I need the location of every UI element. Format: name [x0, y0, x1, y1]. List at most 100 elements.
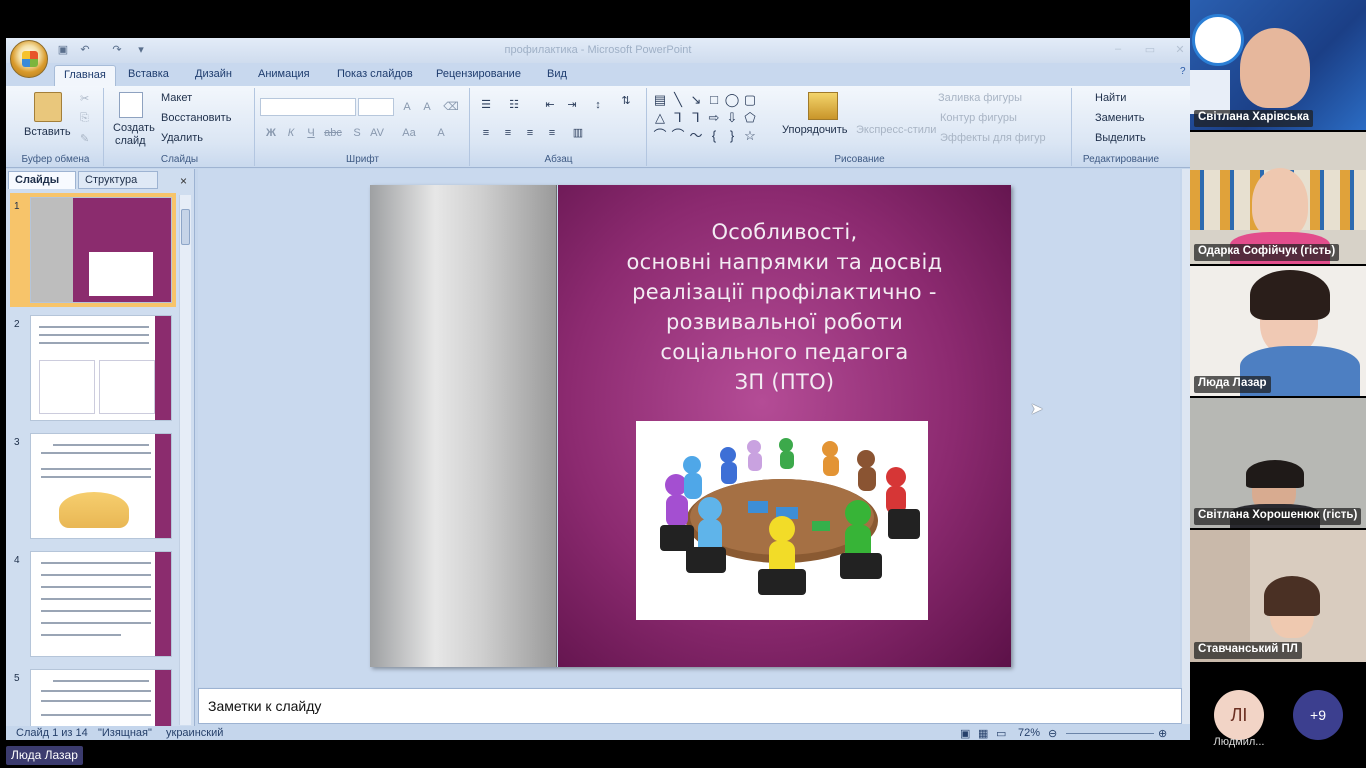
clear-format-icon[interactable]: ⌫ — [442, 98, 460, 116]
video-tile-1[interactable]: Світлана Харівська — [1190, 0, 1366, 130]
shape-wave-icon[interactable]: 〜 — [688, 128, 704, 144]
zoom-out-icon[interactable]: ⊖ — [1048, 727, 1057, 740]
decrease-indent-icon[interactable]: ⇤ — [541, 96, 559, 114]
slide-thumbnail-3[interactable] — [30, 433, 172, 539]
slideshow-view-icon[interactable]: ▭ — [996, 727, 1006, 740]
video-tile-2[interactable]: Одарка Софійчук (гість) — [1190, 132, 1366, 264]
delete-slide-button[interactable]: Удалить — [161, 132, 203, 144]
bold-icon[interactable]: Ж — [262, 124, 280, 142]
zoom-in-icon[interactable]: ⊕ — [1158, 727, 1167, 740]
panel-close-icon[interactable]: × — [180, 174, 187, 188]
replace-button[interactable]: Заменить — [1095, 112, 1144, 124]
qat-dropdown-icon[interactable]: ▾ — [134, 43, 148, 57]
arrange-button[interactable]: Упорядочить — [782, 124, 847, 136]
shape-pentagon-icon[interactable]: ⬠ — [742, 110, 758, 126]
office-button[interactable] — [10, 40, 48, 78]
new-slide-icon[interactable] — [119, 92, 143, 118]
zoom-level[interactable]: 72% — [1018, 727, 1040, 739]
shape-outline-button[interactable]: Контур фигуры — [940, 112, 1017, 124]
video-tile-5[interactable]: Ставчанський ПЛ — [1190, 530, 1366, 662]
round-table-image[interactable] — [636, 421, 928, 620]
shape-brace-right-icon[interactable]: } — [724, 128, 740, 144]
normal-view-icon[interactable]: ▣ — [960, 727, 970, 740]
tab-review[interactable]: Рецензирование — [436, 68, 521, 80]
arrange-icon[interactable] — [808, 92, 838, 120]
paste-icon[interactable] — [34, 92, 62, 122]
current-slide[interactable]: Особливості, основні напрямки та досвід … — [370, 185, 1011, 667]
notes-pane[interactable]: Заметки к слайду — [198, 688, 1182, 724]
shape-rounded-icon[interactable]: ▢ — [742, 92, 758, 108]
avatar[interactable]: ЛІ — [1214, 690, 1264, 740]
shape-effects-button[interactable]: Эффекты для фигур — [940, 132, 1046, 144]
shape-elbow2-icon[interactable]: ⅂ — [688, 110, 704, 126]
slide-thumbnail-1[interactable] — [30, 197, 172, 303]
format-painter-icon[interactable]: ✎ — [80, 132, 89, 145]
new-slide-button-line1[interactable]: Создать — [113, 122, 155, 134]
copy-icon[interactable]: ⎘ — [80, 112, 89, 125]
editor-scrollbar[interactable] — [1182, 169, 1190, 724]
grow-font-icon[interactable]: A — [398, 98, 416, 116]
text-direction-icon[interactable]: ⇅ — [617, 92, 635, 110]
tab-slideshow[interactable]: Показ слайдов — [337, 68, 413, 80]
redo-icon[interactable]: ↷ — [110, 43, 124, 57]
tab-view[interactable]: Вид — [547, 68, 567, 80]
tab-animation[interactable]: Анимация — [258, 68, 310, 80]
close-icon[interactable]: ✕ — [1172, 43, 1188, 56]
slide-thumbnail-4[interactable] — [30, 551, 172, 657]
shape-curve-icon[interactable]: ⌒ — [652, 128, 668, 144]
new-slide-button-line2[interactable]: слайд — [115, 135, 146, 147]
font-color-icon[interactable]: A — [432, 124, 450, 142]
maximize-icon[interactable]: ▭ — [1142, 43, 1158, 56]
video-tile-3[interactable]: Люда Лазар — [1190, 266, 1366, 396]
justify-icon[interactable]: ≡ — [543, 124, 561, 142]
shape-elbow-icon[interactable]: ⅂ — [670, 110, 686, 126]
shape-star-icon[interactable]: ☆ — [742, 128, 758, 144]
save-icon[interactable]: ▣ — [56, 43, 70, 57]
shape-line-icon[interactable]: ╲ — [670, 92, 686, 108]
tab-outline[interactable]: Структура — [78, 171, 158, 189]
tab-slides[interactable]: Слайды — [8, 171, 76, 189]
increase-indent-icon[interactable]: ⇥ — [563, 96, 581, 114]
shape-rect-icon[interactable]: □ — [706, 92, 722, 108]
paste-button[interactable]: Вставить — [24, 126, 71, 138]
shadow-icon[interactable]: S — [348, 124, 366, 142]
shape-textbox-icon[interactable]: ▤ — [652, 92, 668, 108]
find-button[interactable]: Найти — [1095, 92, 1126, 104]
quick-styles-button[interactable]: Экспресс-стили — [856, 124, 936, 136]
align-right-icon[interactable]: ≡ — [521, 124, 539, 142]
layout-button[interactable]: Макет — [161, 92, 192, 104]
more-participants-button[interactable]: +9 — [1293, 690, 1343, 740]
undo-icon[interactable]: ↶ — [78, 43, 92, 57]
sorter-view-icon[interactable]: ▦ — [978, 727, 988, 740]
reset-button[interactable]: Восстановить — [161, 112, 231, 124]
scroll-thumb[interactable] — [181, 209, 190, 245]
tab-home[interactable]: Главная — [54, 65, 116, 87]
shape-arc-icon[interactable]: ⌒ — [670, 128, 686, 144]
line-spacing-icon[interactable]: ↕ — [589, 96, 607, 114]
slide-thumbnail-5[interactable] — [30, 669, 172, 731]
shape-brace-left-icon[interactable]: { — [706, 128, 722, 144]
align-center-icon[interactable]: ≡ — [499, 124, 517, 142]
bullets-icon[interactable]: ☰ — [477, 96, 495, 114]
tab-insert[interactable]: Вставка — [128, 68, 169, 80]
shape-down-arrow-icon[interactable]: ⇩ — [724, 110, 740, 126]
shape-arrow-icon[interactable]: ↘ — [688, 92, 704, 108]
font-family-combo[interactable] — [260, 98, 356, 116]
shape-right-arrow-icon[interactable]: ⇨ — [706, 110, 722, 126]
tab-design[interactable]: Дизайн — [195, 68, 232, 80]
video-tile-4[interactable]: Світлана Хорошенюк (гість) — [1190, 398, 1366, 528]
select-button[interactable]: Выделить — [1095, 132, 1146, 144]
numbering-icon[interactable]: ☷ — [505, 96, 523, 114]
spacing-icon[interactable]: AV — [368, 124, 386, 142]
italic-icon[interactable]: К — [282, 124, 300, 142]
shape-triangle-icon[interactable]: △ — [652, 110, 668, 126]
underline-icon[interactable]: Ч — [302, 124, 320, 142]
columns-icon[interactable]: ▥ — [569, 124, 587, 142]
shape-oval-icon[interactable]: ◯ — [724, 92, 740, 108]
strikethrough-icon[interactable]: abc — [324, 124, 342, 142]
slide-thumbnail-2[interactable] — [30, 315, 172, 421]
case-icon[interactable]: Aa — [400, 124, 418, 142]
cut-icon[interactable]: ✂ — [80, 92, 89, 105]
zoom-slider[interactable] — [1066, 733, 1154, 734]
language-indicator[interactable]: украинский — [166, 727, 223, 739]
